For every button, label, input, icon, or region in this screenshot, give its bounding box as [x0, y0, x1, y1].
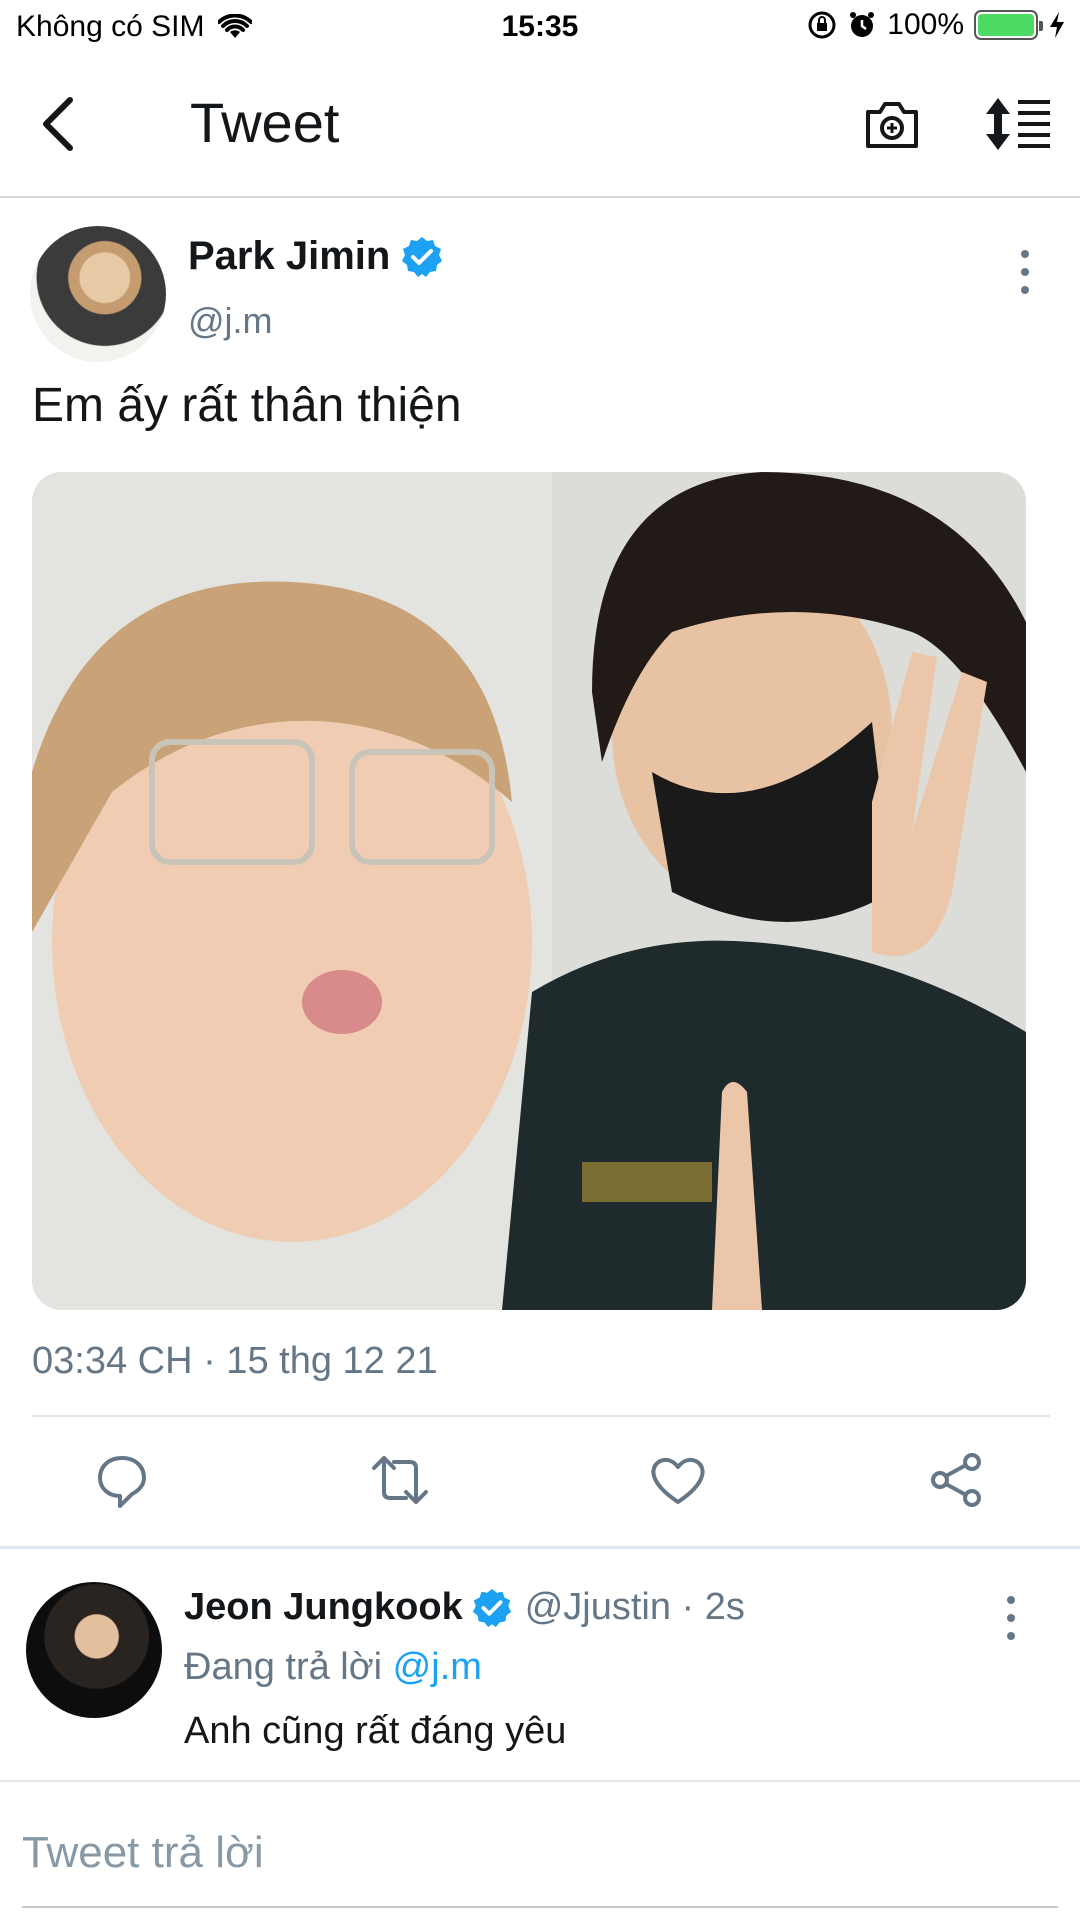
reply-icon[interactable] — [92, 1450, 152, 1510]
divider — [0, 1546, 1080, 1549]
avatar[interactable] — [26, 1582, 162, 1718]
tweet-text: Em ấy rất thân thiện — [32, 379, 462, 432]
reply-author-name[interactable]: Jeon Jungkook — [184, 1586, 463, 1629]
avatar[interactable] — [30, 226, 166, 362]
like-icon[interactable] — [648, 1450, 708, 1510]
divider — [32, 1415, 1050, 1417]
reply-author-row: Jeon Jungkook @Jjustin · 2s — [184, 1586, 745, 1629]
tweet-action-bar — [0, 1450, 1080, 1530]
reply-input[interactable] — [22, 1818, 1022, 1888]
sort-icon[interactable] — [984, 96, 1052, 152]
camera-icon[interactable] — [862, 96, 922, 152]
tweet-media-photo[interactable] — [32, 472, 1026, 1310]
charging-icon — [1050, 12, 1064, 38]
verified-badge-icon — [402, 236, 443, 277]
status-bar: Không có SIM 15:35 100% — [0, 0, 1080, 54]
composer-underline — [22, 1906, 1058, 1908]
replying-to-line: Đang trả lời @j.m — [184, 1646, 482, 1689]
back-icon[interactable] — [34, 92, 90, 156]
status-right-group: 100% — [807, 8, 1066, 42]
selfie-photo-illustration — [32, 472, 1026, 1310]
reply-handle-time: @Jjustin · 2s — [524, 1586, 745, 1628]
battery-icon — [974, 10, 1043, 40]
battery-percentage: 100% — [887, 8, 964, 41]
alarm-icon — [850, 12, 875, 37]
page-title: Tweet — [190, 91, 340, 154]
tweet-timestamp: 03:34 CH · 15 thg 12 21 — [32, 1340, 438, 1382]
verified-badge-icon — [472, 1588, 511, 1627]
more-options-icon[interactable] — [1010, 244, 1040, 300]
retweet-icon[interactable] — [370, 1450, 430, 1510]
reply-composer — [0, 1780, 1080, 1920]
replying-to-label: Đang trả lời — [184, 1646, 383, 1688]
reply-text: Anh cũng rất đáng yêu — [184, 1710, 567, 1752]
navigation-bar: Tweet — [0, 62, 1080, 198]
author-display-name[interactable]: Park Jimin — [188, 234, 390, 279]
battery-fill — [978, 14, 1034, 36]
replying-to-mention[interactable]: @j.m — [393, 1646, 482, 1688]
orientation-lock-icon — [808, 11, 836, 39]
author-handle[interactable]: @j.m — [188, 300, 273, 342]
tweet-author-row: Park Jimin — [188, 234, 444, 279]
share-icon[interactable] — [926, 1450, 986, 1510]
more-options-icon[interactable] — [996, 1590, 1026, 1646]
